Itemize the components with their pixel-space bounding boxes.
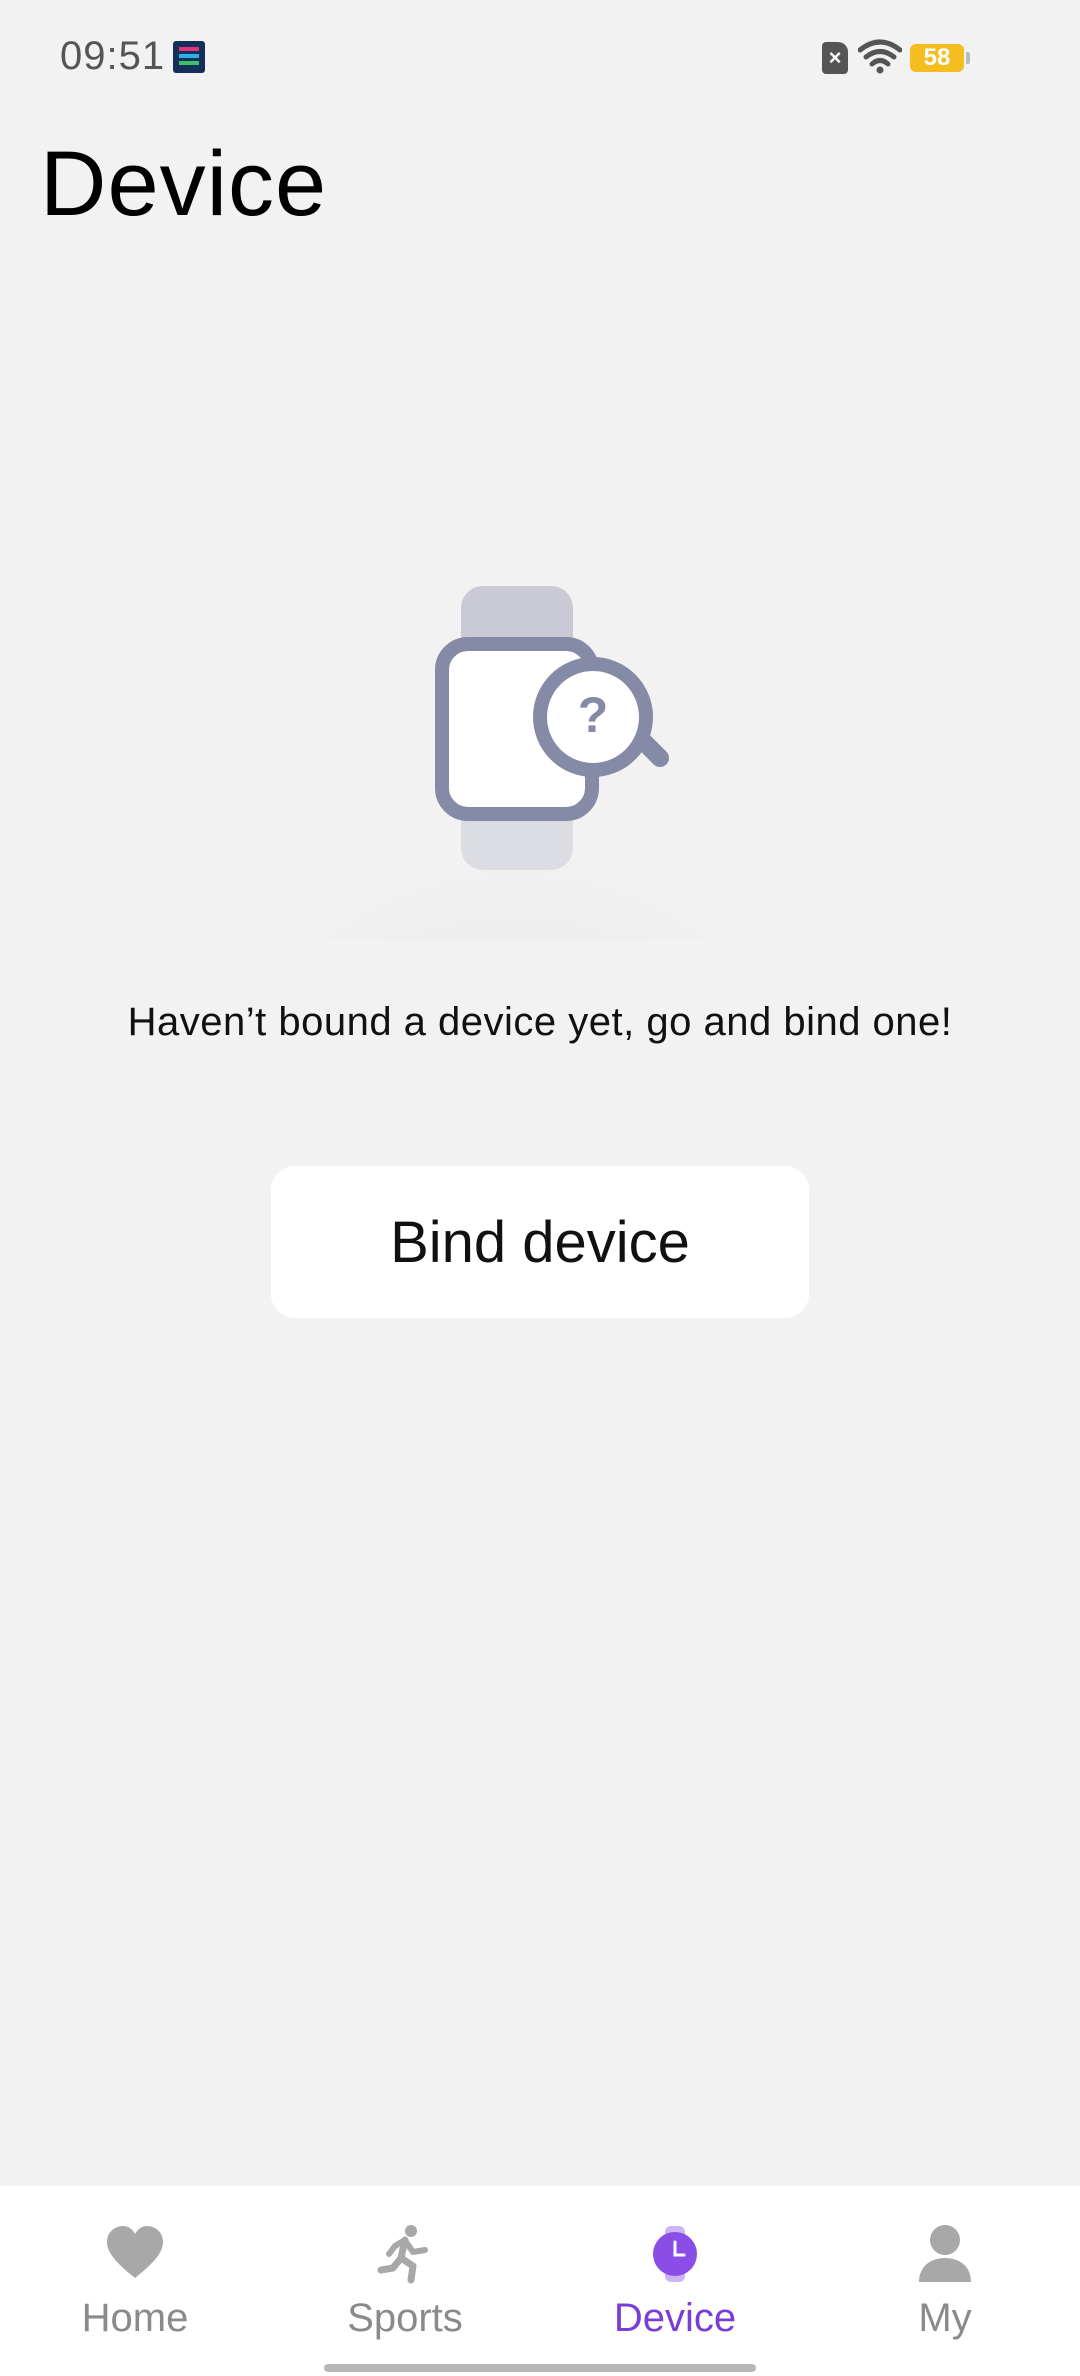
empty-state-message: Haven’t bound a device yet, go and bind … — [127, 1000, 953, 1044]
tab-label-sports: Sports — [347, 2296, 463, 2340]
bottom-tab-bar: Home Sports Device My — [0, 2186, 1080, 2376]
tab-home[interactable]: Home — [0, 2186, 270, 2366]
battery-level: 58 — [923, 44, 951, 71]
battery-icon: 58 — [910, 44, 970, 72]
running-icon — [377, 2225, 428, 2284]
tab-label-device: Device — [613, 2296, 737, 2340]
heart-icon — [107, 2226, 163, 2278]
tab-label-home: Home — [81, 2296, 189, 2340]
watch-icon — [653, 2226, 697, 2282]
wifi-icon — [858, 39, 902, 74]
app-notification-icon — [173, 41, 205, 73]
svg-text:?: ? — [578, 687, 609, 743]
home-indicator[interactable] — [324, 2364, 756, 2372]
watch-search-icon: ? — [260, 586, 820, 950]
tab-my[interactable]: My — [810, 2186, 1080, 2366]
status-time: 09:51 — [60, 34, 166, 78]
tab-sports[interactable]: Sports — [270, 2186, 540, 2366]
sim-off-icon: × — [822, 42, 848, 74]
tab-label-my: My — [918, 2296, 972, 2340]
tab-device[interactable]: Device — [540, 2186, 810, 2366]
status-bar: 09:51 × 58 — [0, 0, 1080, 116]
person-icon — [919, 2225, 971, 2282]
page-title: Device — [40, 133, 328, 235]
bind-device-button[interactable]: Bind device — [271, 1166, 809, 1318]
